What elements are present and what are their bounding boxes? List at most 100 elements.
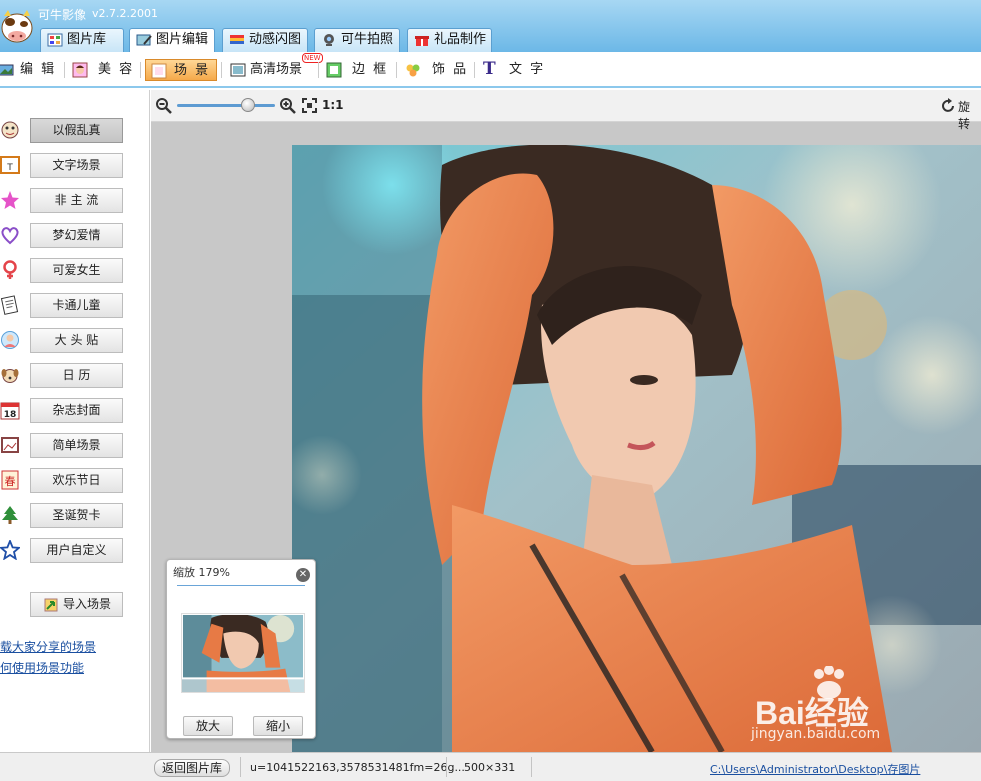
toolbar-divider [474, 62, 475, 78]
frame-icon [326, 62, 342, 78]
tab-label: 动感闪图 [249, 32, 302, 47]
zoom-bar: 1:1 旋转 [151, 90, 981, 131]
scene-category-button[interactable]: 大 头 贴 [30, 328, 123, 353]
back-to-gallery-button[interactable]: 返回图片库 [154, 759, 230, 777]
app-version: v2.7.2.2001 [92, 7, 158, 20]
zoom-in-button[interactable]: 放大 [183, 716, 233, 736]
toolbar-divider [140, 62, 141, 78]
toolbar-beauty[interactable]: 美 容 [70, 59, 138, 81]
film-strip-icon [230, 35, 244, 44]
scene-help-link[interactable]: 何使用场景功能 [0, 659, 84, 676]
toolbar-scene[interactable]: 场 景 [145, 59, 217, 81]
hd-scene-icon [230, 63, 246, 77]
actual-size-button[interactable]: 1:1 [322, 98, 344, 112]
female-icon [3, 260, 17, 279]
clover-icon [406, 64, 420, 77]
scene-category-button[interactable]: 简单场景 [30, 433, 123, 458]
festival-icon: 春 [1, 470, 19, 490]
zoom-panel-divider [177, 585, 305, 586]
scene-category-button[interactable]: 欢乐节日 [30, 468, 123, 493]
tab-label: 图片库 [67, 32, 107, 47]
title-bar: 可牛影像 v2.7.2.2001 图片库 图片编辑 动感闪图 可牛拍照 礼品制作 [0, 0, 981, 52]
close-icon[interactable]: ✕ [296, 568, 310, 582]
toolbar-divider [221, 62, 222, 78]
photo-edit-icon [0, 64, 14, 76]
rotate-icon[interactable] [940, 98, 956, 114]
edit-image-icon [136, 34, 152, 46]
status-divider [240, 757, 241, 777]
svg-text:春: 春 [5, 475, 16, 488]
toolbar-divider [64, 62, 65, 78]
scene-category-button[interactable]: 非 主 流 [30, 188, 123, 213]
svg-text:18: 18 [4, 410, 17, 420]
tab-gallery[interactable]: 图片库 [40, 28, 124, 52]
gallery-icon [47, 33, 63, 47]
new-badge: NEW [302, 53, 323, 63]
toolbar-decoration[interactable]: 饰 品 [403, 59, 469, 81]
status-dimensions: 500×331 [464, 761, 516, 774]
christmas-tree-icon [2, 506, 18, 524]
tab-label: 可牛拍照 [341, 32, 394, 47]
status-divider [446, 757, 447, 777]
tab-flash-gif[interactable]: 动感闪图 [222, 28, 308, 52]
calendar-18-icon: 18 [0, 402, 20, 420]
zoom-panel-title: 缩放 179% [173, 566, 230, 579]
scene-category-button[interactable]: 梦幻爱情 [30, 223, 123, 248]
editor-toolbar: 编 辑 美 容 场 景 高清场景 NEW 边 框 饰 品 T 文 字 [0, 52, 981, 88]
text-t-icon: T [483, 59, 496, 79]
toolbar-text[interactable]: T 文 字 [481, 59, 551, 81]
calendar-puppy-icon [1, 369, 19, 383]
text-scene-icon: T [0, 156, 20, 174]
toolbar-hd-scene[interactable]: 高清场景 NEW [228, 53, 323, 81]
photo-canvas[interactable] [292, 145, 981, 752]
tab-gift[interactable]: 礼品制作 [407, 28, 492, 52]
beauty-face-icon [72, 62, 88, 78]
status-divider [531, 757, 532, 777]
tab-label: 礼品制作 [434, 32, 487, 47]
download-shared-scenes-link[interactable]: 载大家分享的场景 [0, 638, 96, 655]
status-bar: 返回图片库 u=1041522163,3578531481fm=26g... 5… [0, 752, 981, 781]
zoom-in-icon[interactable] [279, 97, 297, 115]
scene-category-button[interactable]: 以假乱真 [30, 118, 123, 143]
zoom-slider-thumb[interactable] [240, 98, 255, 112]
toolbar-edit[interactable]: 编 辑 [0, 59, 60, 81]
scene-category-button[interactable]: 文字场景 [30, 153, 123, 178]
status-file-name: u=1041522163,3578531481fm=26g... [250, 761, 465, 774]
scene-category-button[interactable]: 日 历 [30, 363, 123, 388]
scene-category-button[interactable]: 圣诞贺卡 [30, 503, 123, 528]
rotate-button[interactable]: 旋转 [958, 98, 981, 132]
import-arrow-icon [44, 598, 58, 612]
navigator-thumbnail[interactable] [181, 613, 305, 693]
scene-category-button[interactable]: 杂志封面 [30, 398, 123, 423]
zoom-navigator-panel: 缩放 179% ✕ 放大 缩小 [166, 559, 316, 739]
tab-image-edit[interactable]: 图片编辑 [129, 28, 215, 52]
fit-screen-icon[interactable] [302, 98, 317, 113]
sparkle-star-icon [1, 191, 19, 209]
scene-category-button[interactable]: 用户自定义 [30, 538, 123, 563]
avatar-icon [1, 331, 19, 349]
gift-icon [415, 36, 429, 46]
simple-frame-icon [1, 437, 19, 453]
scene-category-button[interactable]: 可爱女生 [30, 258, 123, 283]
heart-icon [1, 227, 19, 245]
zoom-slider[interactable] [177, 104, 275, 107]
scene-category-panel: 以假乱真 T 文字场景非 主 流梦幻爱情可爱女生卡通儿童大 头 贴日 历 18 杂志封面… [0, 90, 150, 752]
tab-camera[interactable]: 可牛拍照 [314, 28, 400, 52]
toolbar-frame[interactable]: 边 框 [324, 59, 390, 81]
zoom-out-button[interactable]: 缩小 [253, 716, 303, 736]
star-outline-icon [0, 540, 20, 560]
toolbar-divider [318, 62, 319, 78]
import-scene-button[interactable]: 导入场景 [30, 592, 123, 617]
status-path-link[interactable]: C:\Users\Administrator\Desktop\存图片 [710, 761, 920, 777]
svg-text:T: T [6, 163, 13, 173]
cow-logo-icon [1, 10, 33, 43]
app-title: 可牛影像 [38, 8, 87, 22]
scene-category-button[interactable]: 卡通儿童 [30, 293, 123, 318]
watermark-url: jingyan.baidu.com [751, 726, 881, 742]
zoom-out-icon[interactable] [155, 97, 173, 115]
mask-icon [1, 121, 19, 139]
webcam-icon [324, 34, 334, 46]
toolbar-divider [396, 62, 397, 78]
notebook-icon [0, 295, 19, 315]
tab-label: 图片编辑 [156, 32, 209, 47]
